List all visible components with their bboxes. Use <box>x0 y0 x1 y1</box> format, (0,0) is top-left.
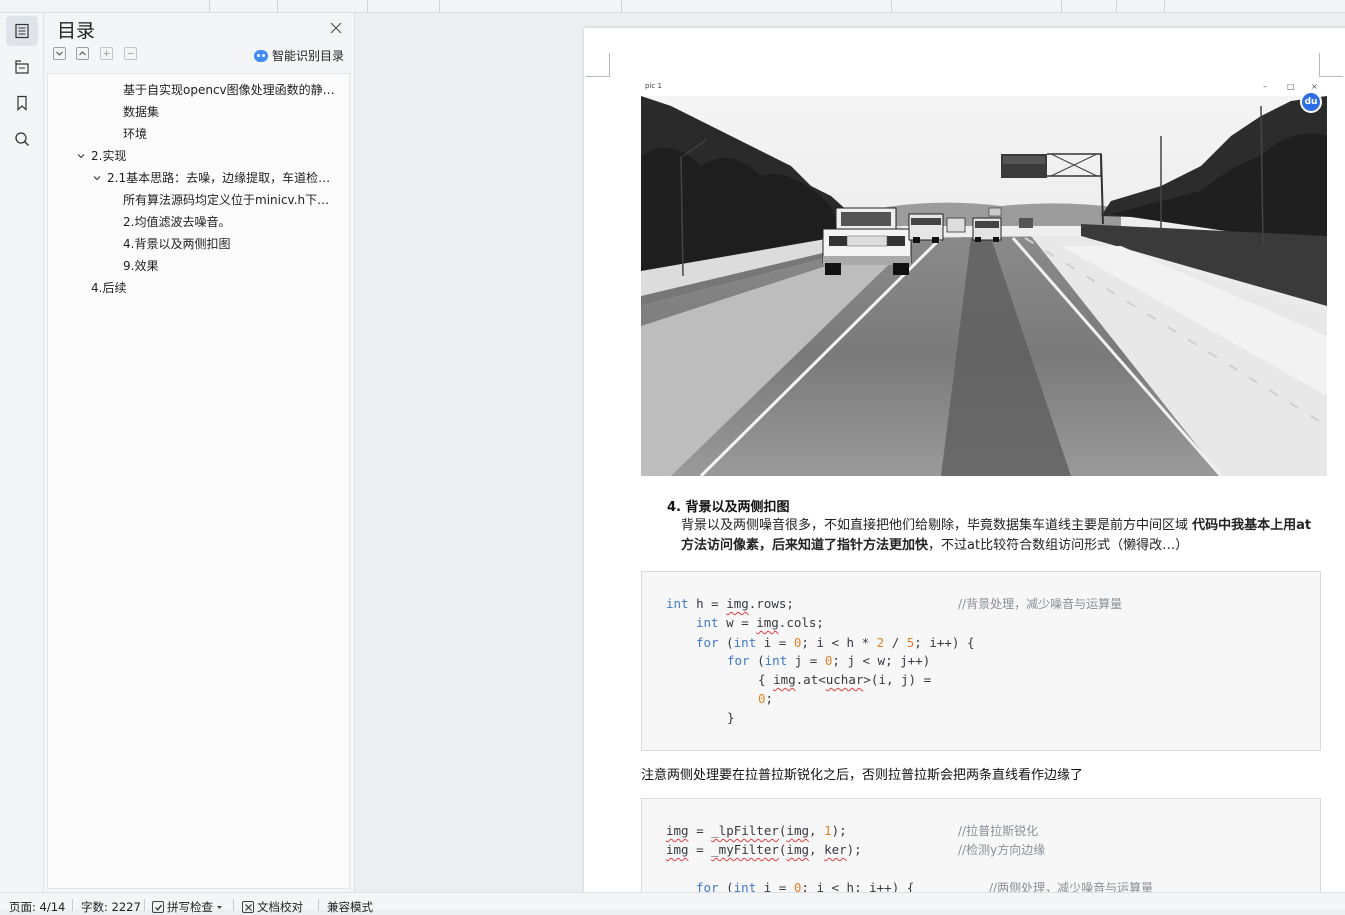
smart-toc-label: 智能识别目录 <box>272 49 345 63</box>
toc-title: 目录 <box>57 20 96 42</box>
toc-item[interactable]: 基于自实现opencv图像处理函数的静… <box>123 79 343 101</box>
code-line: { img.at<uchar>(i, j) = <box>758 672 932 687</box>
toc-panel: 目录 智能识别目录 基于自实现opencv图像处理函数的静… 数据集 环境 2.… <box>44 13 355 892</box>
code-line: int w = img.cols; <box>696 615 824 630</box>
proofread-label: 文档校对 <box>257 900 303 914</box>
code-comment: //检测y方向边缘 <box>958 843 1046 857</box>
chevron-down-icon[interactable] <box>91 167 103 189</box>
proofread-icon <box>242 901 254 913</box>
toc-item[interactable]: 4.后续 <box>91 277 341 299</box>
ruler-segment <box>368 0 440 12</box>
toc-item[interactable]: 4.背景以及两侧扣图 <box>123 233 343 255</box>
code-line: img = _lpFilter(img, 1); <box>666 823 847 838</box>
status-divider <box>318 899 319 911</box>
road-photo <box>641 96 1327 476</box>
maximize-icon: □ <box>1287 82 1295 91</box>
ai-robot-icon <box>254 49 268 62</box>
code-line: } <box>727 710 735 725</box>
toc-item[interactable]: 数据集 <box>123 101 343 123</box>
checkbox-checked-icon <box>152 901 164 913</box>
top-ruler <box>0 0 1345 13</box>
caret-down-icon <box>217 905 222 909</box>
code-block[interactable]: int h = img.rows; //背景处理，减少噪音与运算量 int w … <box>641 571 1321 751</box>
code-line: for (int i = 0; i < h; i++) { <box>696 880 915 892</box>
ruler-segment <box>210 0 278 12</box>
status-divider <box>144 899 145 911</box>
toc-item[interactable]: 2.1基本思路：去噪，边缘提取，车道检… <box>107 167 343 189</box>
search-icon[interactable] <box>6 124 38 154</box>
ruler-segment <box>1117 0 1165 12</box>
page-corner-mark <box>1319 53 1343 77</box>
page-corner-mark <box>586 53 610 77</box>
ruler-segment <box>0 0 210 12</box>
word-count[interactable]: 字数: 2227 <box>81 899 141 915</box>
proofread-button[interactable]: 文档校对 <box>242 899 303 915</box>
ruler-segment <box>1062 0 1117 12</box>
document-page[interactable]: pic 1 – □ × du 4. 背景以及两侧扣图 背景以及两侧噪音很多，不如… <box>584 28 1345 892</box>
paragraph-text: ，不过at比较符合数组访问形式（懒得改…） <box>928 538 1189 553</box>
code-block[interactable]: img = _lpFilter(img, 1); //拉普拉斯锐化 img = … <box>641 798 1321 892</box>
toc-item[interactable]: 2.实现 <box>91 145 341 167</box>
remove-heading-icon[interactable] <box>124 47 137 60</box>
code-comment: //背景处理，减少噪音与运算量 <box>958 597 1123 611</box>
code-comment: //两侧处理，减少噪音与运算量 <box>989 881 1154 892</box>
minimize-icon: – <box>1263 82 1267 91</box>
add-heading-icon[interactable] <box>100 47 113 60</box>
toc-item[interactable]: 所有算法源码均定义位于minicv.h下… <box>123 189 343 211</box>
expand-all-icon[interactable] <box>53 47 66 60</box>
smart-toc-button[interactable]: 智能识别目录 <box>254 47 344 64</box>
paragraph-text: 背景以及两侧噪音很多，不如直接把他们给剔除，毕竟数据集车道线主要是前方中间区域 <box>681 518 1193 533</box>
note-paragraph: 注意两侧处理要在拉普拉斯锐化之后，否则拉普拉斯会把两条直线看作边缘了 <box>641 768 1084 783</box>
image-window-titlebar: pic 1 – □ × <box>641 81 1327 95</box>
code-line: img = _myFilter(img, ker); <box>666 842 862 857</box>
status-divider <box>233 899 234 911</box>
section-paragraph: 背景以及两侧噪音很多，不如直接把他们给剔除，毕竟数据集车道线主要是前方中间区域 … <box>681 516 1321 556</box>
compat-mode: 兼容模式 <box>327 900 373 914</box>
code-comment: //拉普拉斯锐化 <box>958 824 1039 838</box>
code-line: for (int j = 0; j < w; j++) <box>727 653 931 668</box>
code-line: for (int i = 0; i < h * 2 / 5; i++) { <box>696 635 975 650</box>
close-icon: × <box>1311 82 1318 91</box>
navigation-pane-icon[interactable] <box>6 52 38 82</box>
ruler-segment <box>440 0 622 12</box>
toc-list: 基于自实现opencv图像处理函数的静… 数据集 环境 2.实现 2.1基本思路… <box>47 73 350 889</box>
toc-item[interactable]: 9.效果 <box>123 255 343 277</box>
status-divider <box>72 899 73 911</box>
spell-check-toggle[interactable]: 拼写检查 <box>152 899 223 915</box>
side-icon-rail <box>0 13 44 892</box>
close-icon[interactable] <box>329 20 343 34</box>
image-window-title: pic 1 <box>645 82 662 90</box>
document-area[interactable]: pic 1 – □ × du 4. 背景以及两侧扣图 背景以及两侧噪音很多，不如… <box>356 13 1345 892</box>
chevron-down-icon[interactable] <box>75 145 87 167</box>
toc-item[interactable]: 2.均值滤波去噪音。 <box>123 211 343 233</box>
ruler-segment <box>622 0 892 12</box>
baidu-badge-icon: du <box>1300 91 1322 113</box>
status-bar: 页面: 4/14 字数: 2227 拼写检查 文档校对 兼容模式 <box>0 892 1345 914</box>
toc-panel-icon[interactable] <box>6 16 38 46</box>
toc-item[interactable]: 环境 <box>123 123 343 145</box>
section-heading: 4. 背景以及两侧扣图 <box>667 500 790 515</box>
collapse-all-icon[interactable] <box>76 47 89 60</box>
code-line: 0; <box>758 691 774 706</box>
spell-check-label: 拼写检查 <box>167 900 213 914</box>
ruler-segment <box>892 0 1062 12</box>
ruler-segment <box>278 0 368 12</box>
code-line: int h = img.rows; <box>666 596 794 611</box>
bookmark-icon[interactable] <box>6 88 38 118</box>
page-indicator[interactable]: 页面: 4/14 <box>9 899 65 915</box>
